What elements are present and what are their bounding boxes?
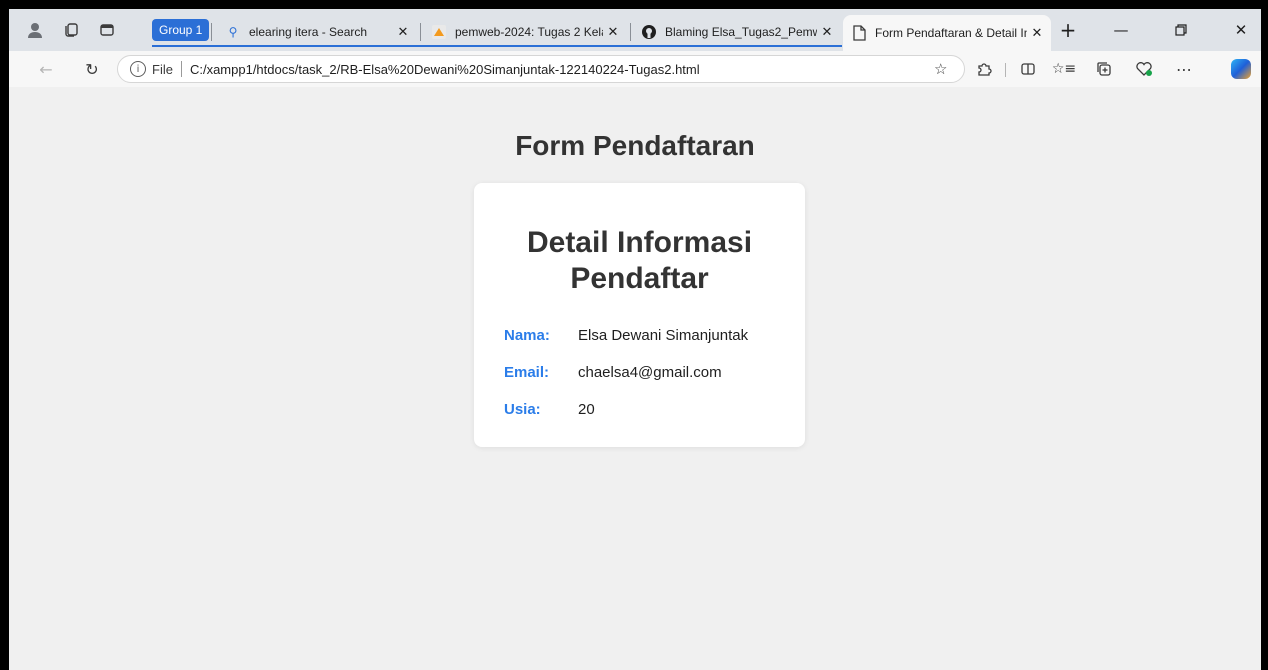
close-icon: ✕ bbox=[1234, 21, 1248, 39]
tab-title: Form Pendaftaran & Detail In bbox=[875, 26, 1027, 40]
split-screen-button[interactable] bbox=[1015, 56, 1041, 82]
tab-separator bbox=[630, 23, 631, 41]
collections-icon bbox=[1097, 62, 1111, 76]
detail-value: Elsa Dewani Simanjuntak bbox=[578, 326, 749, 344]
info-icon[interactable]: i bbox=[130, 61, 146, 77]
profile-icon[interactable] bbox=[23, 18, 47, 42]
tab-separator bbox=[211, 23, 212, 41]
puzzle-icon bbox=[978, 63, 992, 76]
back-button[interactable]: ← bbox=[33, 56, 59, 82]
page-viewport: Form Pendaftaran Detail Informasi Pendaf… bbox=[9, 87, 1261, 670]
plus-icon: + bbox=[1059, 18, 1077, 42]
search-icon: ⚲ bbox=[228, 25, 238, 39]
detail-value: 20 bbox=[578, 400, 595, 418]
refresh-button[interactable]: ↻ bbox=[79, 56, 105, 82]
tab-pemweb-moodle[interactable]: pemweb-2024: Tugas 2 Kelas ✕ bbox=[423, 17, 627, 47]
detail-label: Usia: bbox=[504, 400, 541, 418]
github-icon bbox=[641, 24, 657, 40]
star-icon[interactable]: ☆ bbox=[934, 60, 954, 78]
close-window-button[interactable]: ✕ bbox=[1221, 17, 1261, 43]
workspaces-icon[interactable] bbox=[59, 18, 83, 42]
address-bar[interactable]: i File C:/xampp1/htdocs/task_2/RB-Elsa%2… bbox=[117, 55, 965, 83]
navigation-bar: ← ↻ i File C:/xampp1/htdocs/task_2/RB-El… bbox=[9, 51, 1261, 87]
tab-form-pendaftaran[interactable]: Form Pendaftaran & Detail In ✕ bbox=[843, 15, 1051, 51]
detail-row-email: Email: chaelsa4@gmail.com bbox=[504, 362, 722, 382]
page-icon bbox=[851, 25, 867, 41]
minimize-button[interactable]: — bbox=[1101, 17, 1141, 43]
close-icon[interactable]: ✕ bbox=[1027, 23, 1047, 43]
detail-row-usia: Usia: 20 bbox=[504, 399, 595, 419]
tab-separator bbox=[420, 23, 421, 41]
restore-button[interactable] bbox=[1161, 17, 1201, 43]
new-tab-button[interactable]: + bbox=[1052, 17, 1084, 43]
close-icon[interactable]: ✕ bbox=[817, 22, 837, 42]
detail-value: chaelsa4@gmail.com bbox=[578, 363, 722, 381]
address-separator bbox=[180, 61, 182, 77]
vertical-tabs-icon[interactable] bbox=[95, 18, 119, 42]
browser-window: Group 1 ⚲ elearing itera - Search ✕ pemw… bbox=[9, 9, 1261, 670]
close-icon[interactable]: ✕ bbox=[393, 22, 413, 42]
moodle-icon bbox=[431, 24, 447, 40]
tab-group-chip[interactable]: Group 1 bbox=[152, 19, 210, 41]
url-text[interactable]: C:/xampp1/htdocs/task_2/RB-Elsa%20Dewani… bbox=[190, 62, 934, 77]
tab-strip: Group 1 ⚲ elearing itera - Search ✕ pemw… bbox=[9, 9, 1261, 51]
settings-more-button[interactable]: ⋯ bbox=[1171, 56, 1197, 82]
favorites-button[interactable]: ☆≡ bbox=[1051, 56, 1077, 82]
restore-icon bbox=[1175, 24, 1187, 36]
detail-label: Nama: bbox=[504, 326, 550, 344]
page-title: Form Pendaftaran bbox=[515, 130, 755, 161]
tab-title: pemweb-2024: Tugas 2 Kelas bbox=[455, 25, 603, 39]
minimize-icon: — bbox=[1113, 21, 1129, 39]
split-screen-icon bbox=[1021, 63, 1035, 75]
detail-card: Detail Informasi Pendaftar Nama: Elsa De… bbox=[474, 183, 805, 447]
more-icon: ⋯ bbox=[1176, 59, 1192, 79]
favorites-icon: ☆≡ bbox=[1051, 61, 1077, 77]
extensions-button[interactable] bbox=[971, 56, 997, 82]
browser-essentials-button[interactable] bbox=[1131, 56, 1157, 82]
toolbar-separator bbox=[1005, 63, 1006, 77]
tab-group-underline bbox=[152, 45, 842, 47]
tab-title: Blaming Elsa_Tugas2_Pemwe bbox=[665, 25, 817, 39]
heart-pulse-icon bbox=[1136, 62, 1152, 76]
refresh-icon: ↻ bbox=[85, 59, 99, 79]
collections-button[interactable] bbox=[1091, 56, 1117, 82]
detail-row-nama: Nama: Elsa Dewani Simanjuntak bbox=[504, 325, 748, 345]
tab-elearning-search[interactable]: ⚲ elearing itera - Search ✕ bbox=[217, 17, 417, 47]
detail-label: Email: bbox=[504, 363, 550, 381]
scheme-label: File bbox=[152, 61, 173, 77]
close-icon[interactable]: ✕ bbox=[603, 22, 623, 42]
tab-github-blame[interactable]: Blaming Elsa_Tugas2_Pemwe ✕ bbox=[633, 17, 841, 47]
arrow-left-icon: ← bbox=[39, 59, 53, 79]
card-title: Detail Informasi Pendaftar bbox=[526, 226, 753, 295]
copilot-icon[interactable] bbox=[1231, 59, 1251, 79]
tab-title: elearing itera - Search bbox=[249, 25, 368, 39]
